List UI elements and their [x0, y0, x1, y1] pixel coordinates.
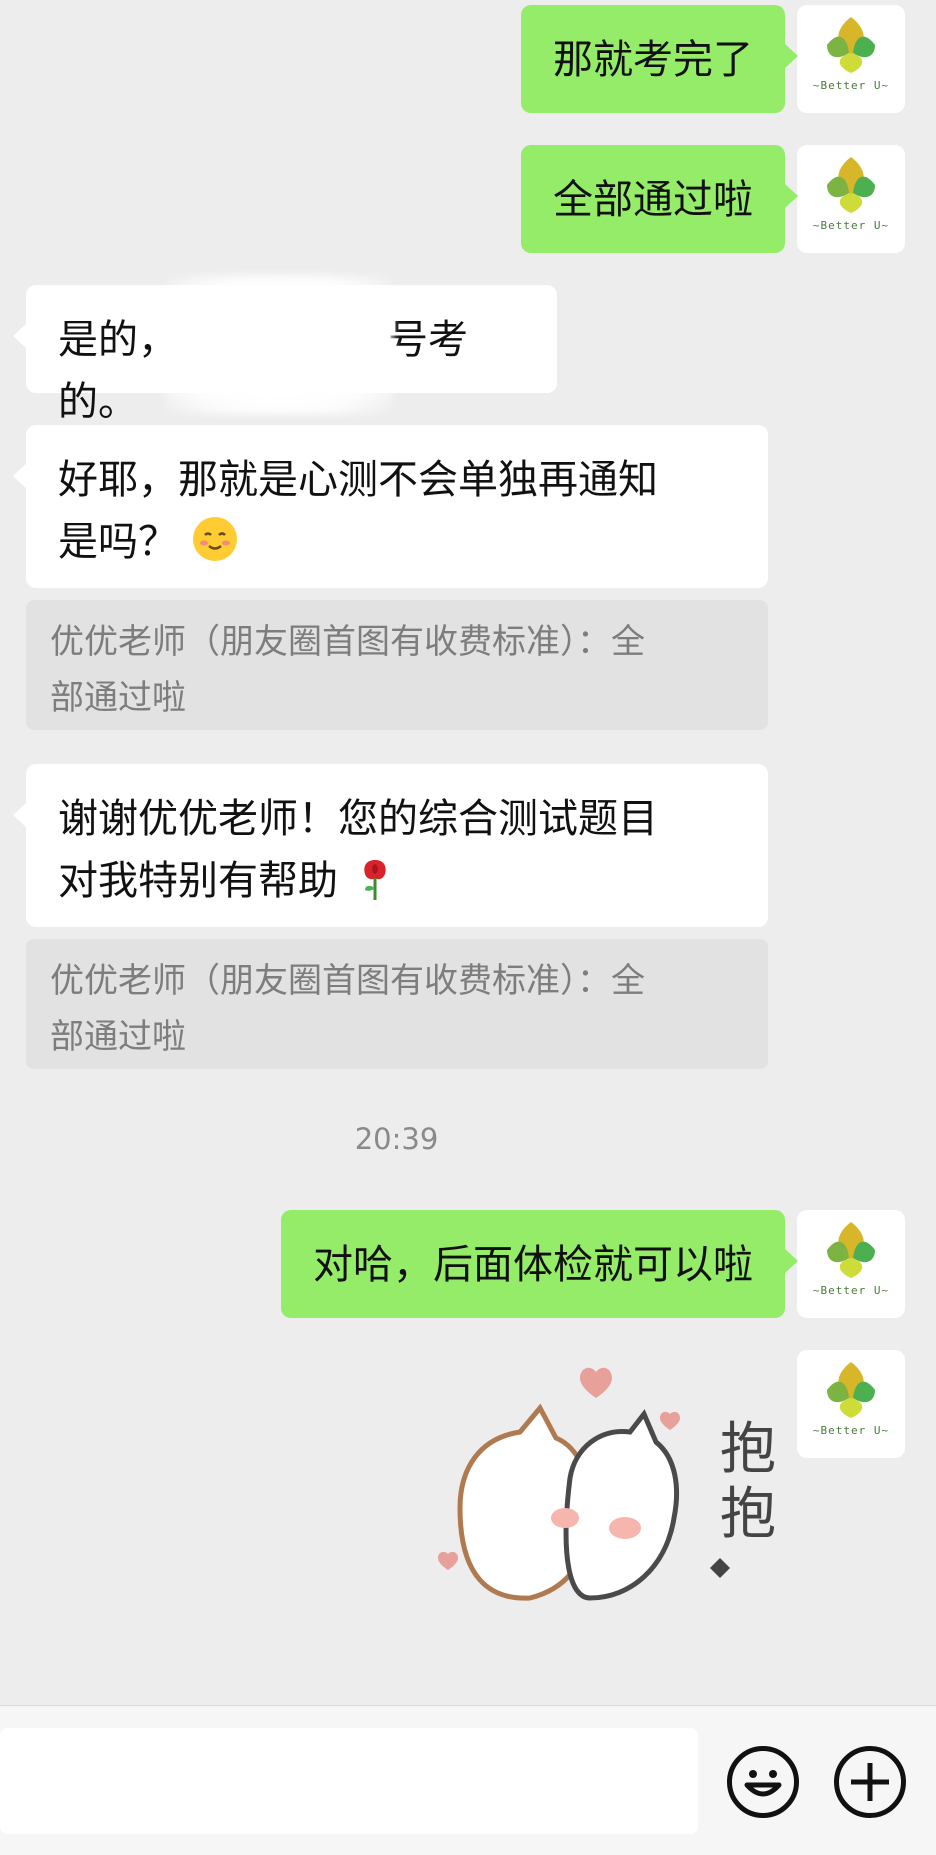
sticker-text: 抱: [720, 1482, 776, 1547]
avatar-label: ~Better U~: [812, 219, 890, 232]
plus-circle-icon: [851, 1763, 889, 1801]
message-text-line: 是吗？: [58, 519, 178, 565]
message-text: 那就考完了: [553, 37, 753, 83]
better-u-logo-icon: [827, 1362, 875, 1418]
message-text: 对哈，后面体检就可以啦: [313, 1242, 753, 1288]
redaction-blur: [165, 275, 393, 415]
sticker-text: 抱: [720, 1417, 776, 1482]
quoted-message[interactable]: 优优老师（朋友圈首图有收费标准）：全 部通过啦: [26, 600, 768, 730]
quote-text-line: 部通过啦: [50, 1017, 186, 1057]
better-u-logo-icon: [827, 157, 875, 213]
message-text-line: 好耶，那就是心测不会单独再通知: [58, 457, 658, 503]
message-outgoing[interactable]: 对哈，后面体检就可以啦: [281, 1210, 798, 1318]
avatar-label: ~Better U~: [812, 1424, 890, 1437]
emoji-button[interactable]: [727, 1746, 799, 1818]
avatar[interactable]: ~Better U~: [797, 1350, 905, 1458]
message-outgoing[interactable]: 那就考完了: [521, 5, 798, 113]
avatar[interactable]: ~Better U~: [797, 5, 905, 113]
avatar-label: ~Better U~: [812, 1284, 890, 1297]
smiley-face-icon: [744, 1770, 782, 1797]
rose-emoji-icon: [364, 860, 386, 900]
avatar[interactable]: ~Better U~: [797, 145, 905, 253]
more-button[interactable]: [834, 1746, 906, 1818]
input-bar: [0, 1705, 936, 1855]
message-outgoing[interactable]: 全部通过啦: [521, 145, 798, 253]
avatar-label: ~Better U~: [812, 79, 890, 92]
message-text-start: 是的，: [58, 317, 178, 363]
quoted-message[interactable]: 优优老师（朋友圈首图有收费标准）：全 部通过啦: [26, 939, 768, 1069]
timestamp: 20:39: [354, 1122, 439, 1156]
message-text-line: 对我特别有帮助: [58, 858, 338, 904]
quote-text-line: 优优老师（朋友圈首图有收费标准）：全: [50, 622, 645, 662]
message-incoming[interactable]: 好耶，那就是心测不会单独再通知 是吗？: [13, 425, 768, 588]
message-text: 全部通过啦: [553, 177, 753, 223]
quote-text-line: 部通过啦: [50, 678, 186, 718]
quote-text-line: 优优老师（朋友圈首图有收费标准）：全: [50, 961, 645, 1001]
message-incoming[interactable]: 谢谢优优老师！您的综合测试题目 对我特别有帮助: [13, 764, 768, 927]
message-input[interactable]: [0, 1728, 698, 1834]
better-u-logo-icon: [827, 17, 875, 73]
hug-sticker-icon[interactable]: 抱 抱: [430, 1358, 800, 1628]
message-text-line: 谢谢优优老师！您的综合测试题目: [58, 796, 658, 842]
better-u-logo-icon: [827, 1222, 875, 1278]
avatar[interactable]: ~Better U~: [797, 1210, 905, 1318]
blushing-smile-emoji-icon: [192, 517, 237, 561]
